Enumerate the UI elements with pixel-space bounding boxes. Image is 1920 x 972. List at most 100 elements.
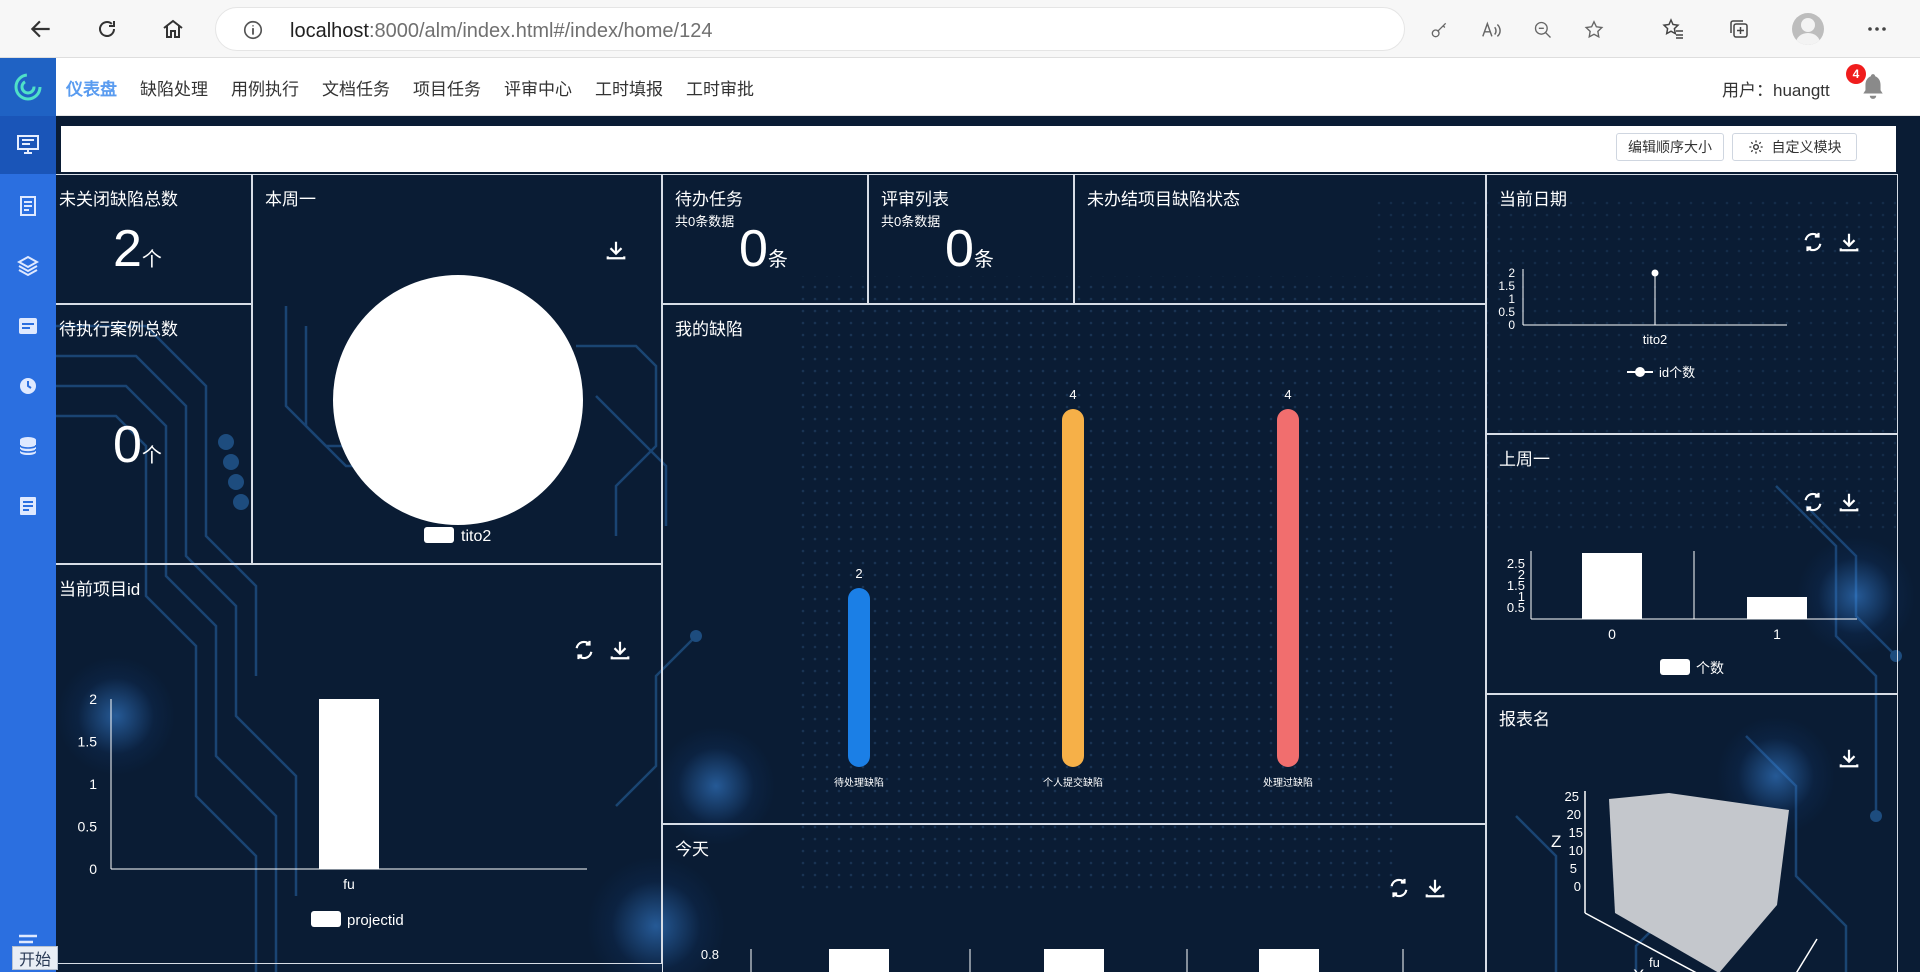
main-menu: 仪表盘 缺陷处理 用例执行 文档任务 项目任务 评审中心 工时填报 工时审批 [66, 75, 777, 100]
key-icon[interactable] [1426, 17, 1452, 43]
bar[interactable] [1277, 409, 1299, 767]
start-button[interactable]: 开始 [12, 946, 58, 970]
pending-cases-count: 0 [113, 416, 142, 474]
menu-document-tasks[interactable]: 文档任务 [322, 75, 390, 100]
profile-avatar[interactable] [1792, 13, 1824, 45]
panel-today: 今天 0.8 [662, 824, 1486, 972]
pie-chart: tito2 [333, 275, 583, 545]
data-point[interactable] [1651, 269, 1659, 277]
url-text[interactable]: localhost:8000/alm/index.html#/index/hom… [290, 20, 712, 43]
z-tick-label: 15 [1569, 825, 1583, 840]
bar[interactable] [1582, 553, 1642, 619]
y-tick-label: 1 [89, 776, 97, 792]
review-list-unit: 条 [973, 249, 994, 271]
bar-chart: 0 0.5 1 1.5 2 fu projectid [78, 691, 587, 929]
collections-icon[interactable] [1724, 14, 1754, 44]
database-icon[interactable] [16, 434, 40, 458]
menu-review-center[interactable]: 评审中心 [504, 75, 572, 100]
logo-icon [14, 73, 42, 101]
custom-module-label: 自定义模块 [1771, 139, 1842, 155]
y-tick-label: 0 [1508, 318, 1515, 332]
report-icon[interactable] [16, 494, 40, 518]
panel-title: 未办结项目缺陷状态 [1087, 190, 1240, 209]
zoom-out-icon[interactable] [1530, 17, 1556, 43]
inbox-icon[interactable] [16, 314, 40, 338]
edit-order-button[interactable]: 编辑顺序大小 [1616, 133, 1724, 161]
legend-swatch[interactable] [1660, 659, 1690, 675]
z-axis-label: Z [1551, 832, 1561, 851]
bar[interactable] [1062, 409, 1084, 767]
panel-review-list: 评审列表 共0条数据 0条 [868, 174, 1074, 304]
3d-surface-chart: 25 20 15 10 5 0 Z X fu [1551, 789, 1818, 972]
read-aloud-icon[interactable] [1478, 17, 1504, 43]
document-icon[interactable] [16, 194, 40, 218]
panel-report-name: 报表名 25 20 15 10 5 0 Z X fu [1486, 694, 1898, 972]
panel-unclosed-defects: 未关闭缺陷总数 2个 [56, 174, 252, 304]
todo-tasks-value: 0条 [739, 219, 788, 279]
legend-label: projectid [347, 912, 404, 929]
menu-timesheet[interactable]: 工时填报 [595, 75, 663, 100]
bar-chart: 2 待处理缺陷 4 个人提交缺陷 4 处理过缺陷 [834, 387, 1313, 789]
app-header: 仪表盘 缺陷处理 用例执行 文档任务 项目任务 评审中心 工时填报 工时审批 用… [0, 58, 1920, 116]
menu-dashboard[interactable]: 仪表盘 [66, 75, 117, 100]
y-axis [1796, 938, 1818, 972]
pending-cases-unit: 个 [141, 445, 162, 467]
address-bar[interactable]: localhost:8000/alm/index.html#/index/hom… [215, 7, 1604, 51]
z-tick-label: 20 [1567, 807, 1581, 822]
panel-title: 待办任务 [675, 190, 743, 209]
bar[interactable] [319, 699, 379, 869]
notification-badge: 4 [1846, 64, 1866, 84]
url-path: :8000/alm/index.html#/index/home/124 [368, 20, 713, 42]
legend-marker[interactable] [1635, 367, 1645, 377]
more-icon[interactable] [1862, 14, 1892, 44]
panel-my-defects: 我的缺陷 2 待处理缺陷 4 个人提交缺陷 4 处理过缺陷 [662, 304, 1486, 824]
menu-timesheet-approval[interactable]: 工时审批 [686, 75, 754, 100]
clock-icon[interactable] [16, 374, 40, 398]
menu-test-cases[interactable]: 用例执行 [231, 75, 299, 100]
monitor-icon[interactable] [16, 133, 40, 157]
layers-icon[interactable] [16, 254, 40, 278]
home-icon[interactable] [155, 11, 191, 47]
x-tick-label: fu [1649, 955, 1660, 970]
edit-order-label: 编辑顺序大小 [1628, 139, 1712, 155]
add-favorite-icon[interactable] [1581, 17, 1607, 43]
legend-label: tito2 [461, 528, 491, 545]
panel-title: 未关闭缺陷总数 [59, 190, 178, 209]
unclosed-defects-unit: 个 [141, 249, 162, 271]
bar[interactable] [1259, 949, 1319, 972]
z-tick-label: 10 [1569, 843, 1583, 858]
bar[interactable] [829, 949, 889, 972]
panel-unfinished-defect-status: 未办结项目缺陷状态 [1074, 174, 1486, 304]
legend-label: 个数 [1696, 660, 1724, 676]
y-tick-label: 1.5 [1498, 279, 1515, 293]
pie-slice[interactable] [333, 275, 583, 525]
back-icon[interactable] [23, 11, 59, 47]
panel-title: 评审列表 [881, 190, 949, 209]
y-tick-label: 1 [1508, 292, 1515, 306]
menu-defects[interactable]: 缺陷处理 [140, 75, 208, 100]
x-tick-label: tito2 [1643, 332, 1668, 347]
legend-swatch[interactable] [424, 527, 454, 543]
todo-tasks-unit: 条 [767, 249, 788, 271]
bar-value-label: 2 [855, 566, 862, 581]
bar[interactable] [1044, 949, 1104, 972]
bar[interactable] [848, 588, 870, 767]
custom-module-button[interactable]: 自定义模块 [1732, 133, 1857, 161]
panel-subtitle: 共0条数据 [675, 214, 735, 229]
user-label[interactable]: 用户：huangtt [1722, 76, 1830, 101]
z-tick-label: 25 [1565, 789, 1579, 804]
legend-swatch[interactable] [311, 911, 341, 927]
x-tick-label: fu [343, 876, 355, 892]
favorites-icon[interactable] [1658, 14, 1688, 44]
review-list-count: 0 [945, 220, 974, 278]
y-tick-label: 2.5 [1507, 556, 1525, 571]
x-tick-label: 1 [1773, 626, 1781, 642]
bar[interactable] [1747, 597, 1807, 619]
panel-title: 待执行案例总数 [59, 320, 178, 339]
info-icon[interactable] [240, 17, 266, 43]
refresh-icon[interactable] [89, 11, 125, 47]
app-logo[interactable] [0, 58, 56, 116]
z-tick-label: 5 [1570, 861, 1577, 876]
surface-area[interactable] [1609, 793, 1789, 972]
menu-project-tasks[interactable]: 项目任务 [413, 75, 481, 100]
